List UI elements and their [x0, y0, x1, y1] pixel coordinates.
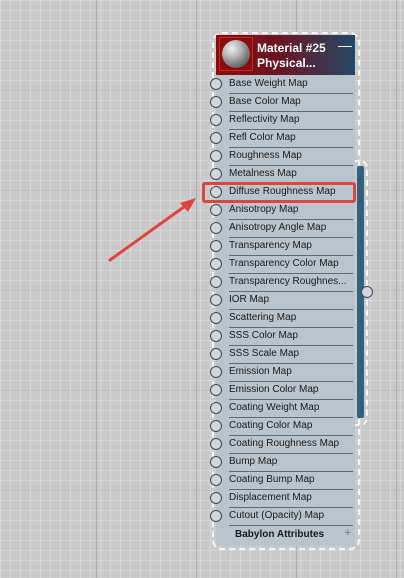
annotation-arrow — [108, 198, 196, 262]
node-editor-canvas[interactable]: Material #25 Physical... — Base Weight M… — [0, 0, 404, 578]
